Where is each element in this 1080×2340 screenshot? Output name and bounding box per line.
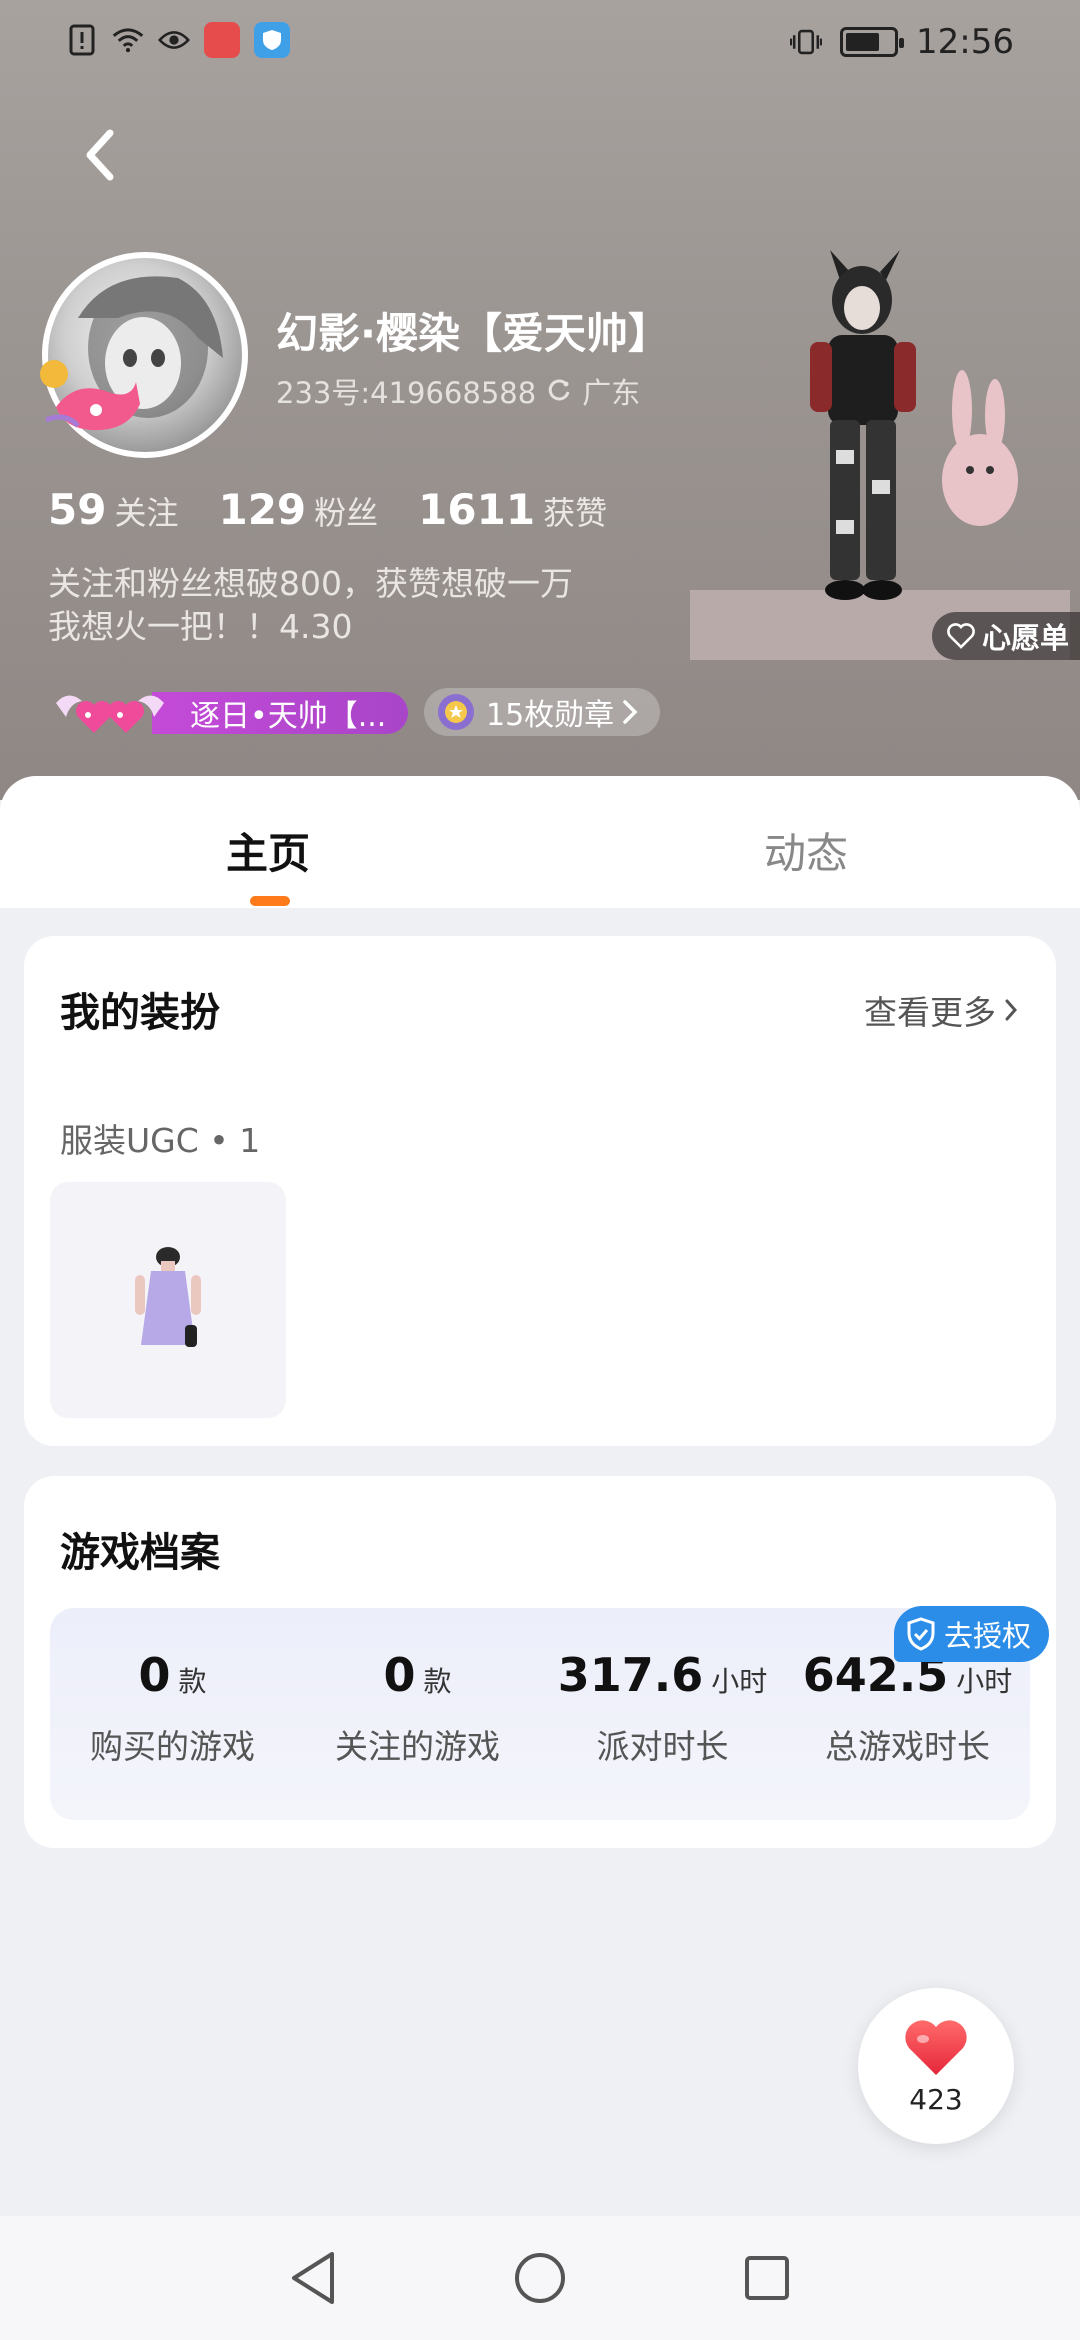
followed-games-stat[interactable]: 0款 关注的游戏 (295, 1648, 540, 1768)
likes-stat[interactable]: 1611 获赞 (418, 485, 607, 534)
title-badge-label: 逐日•天帅【... (152, 692, 409, 734)
system-navigation-bar (0, 2216, 1080, 2340)
chevron-left-icon (86, 129, 114, 181)
heart-icon (905, 2019, 967, 2075)
user-id: 233号:419668588 (276, 376, 537, 410)
user-location: 广东 (582, 376, 641, 410)
total-play-time-unit: 小时 (956, 1665, 1013, 1698)
winged-hearts-icon (56, 695, 164, 733)
profile-stats: 59 关注 129 粉丝 1611 获赞 (48, 485, 607, 534)
purchased-games-label: 购买的游戏 (90, 1727, 255, 1766)
battery-icon (840, 27, 905, 57)
party-time-label: 派对时长 (596, 1727, 729, 1766)
game-stats-panel: 0款 购买的游戏 0款 关注的游戏 317.6 小时 派对时长 642.5 小时 总… (50, 1608, 1030, 1820)
active-tab-indicator (250, 896, 290, 906)
party-time-unit: 小时 (711, 1665, 768, 1698)
location-icon (548, 379, 570, 401)
outfit-card-title: 我的装扮 (60, 990, 220, 1036)
profile-tabs: 主页 动态 (0, 776, 1080, 908)
authorize-label: 去授权 (944, 1619, 1032, 1653)
triangle-back-icon (292, 2252, 335, 2304)
followed-games-count: 0 (383, 1648, 416, 1702)
circle-home-icon (514, 2253, 565, 2303)
wishlist-button[interactable]: 心愿单 (932, 612, 1080, 660)
tab-home[interactable]: 主页 (226, 820, 310, 881)
medal-icon (438, 694, 474, 730)
wifi-icon (112, 22, 144, 58)
shield-app-icon (254, 22, 290, 58)
alert-icon (66, 22, 98, 58)
nav-back-button[interactable] (278, 2243, 348, 2313)
see-more-label: 查看更多 (864, 993, 996, 1032)
huawei-app-icon (204, 22, 240, 58)
party-time-stat[interactable]: 317.6 小时 派对时长 (540, 1648, 785, 1768)
game-record-card: 游戏档案 0款 购买的游戏 0款 关注的游戏 317.6 小时 派对时长 642.… (24, 1476, 1056, 1848)
outfit-category: 服装UGC • 1 (60, 1121, 261, 1160)
game-record-title: 游戏档案 (60, 1530, 220, 1576)
wishlist-label: 心愿单 (982, 621, 1070, 655)
status-time: 12:56 (916, 22, 1014, 62)
following-label: 关注 (114, 494, 179, 532)
shield-check-icon (907, 1617, 935, 1651)
nav-recents-button[interactable] (732, 2243, 802, 2313)
party-time-value: 317.6 (557, 1648, 704, 1702)
nickname: 幻影·樱染【爱天帅】 (276, 309, 670, 358)
like-button[interactable]: 423 (858, 1988, 1014, 2144)
user-id-line: 233号:419668588 广东 (276, 370, 640, 412)
total-play-time-stat[interactable]: 642.5 小时 总游戏时长 (785, 1648, 1030, 1768)
followers-count: 129 (218, 485, 307, 534)
purchased-games-count: 0 (138, 1648, 171, 1702)
purchased-games-unit: 款 (178, 1665, 207, 1698)
chevron-right-icon (623, 700, 638, 724)
medals-label: 15枚勋章 (486, 698, 615, 733)
likes-label: 获赞 (543, 494, 608, 532)
back-button[interactable] (70, 120, 130, 190)
purchased-games-stat[interactable]: 0款 购买的游戏 (50, 1648, 295, 1768)
eye-icon (158, 22, 190, 58)
followed-games-unit: 款 (423, 1665, 452, 1698)
medals-button[interactable]: 15枚勋章 (424, 688, 661, 736)
heart-outline-icon (947, 623, 975, 649)
status-bar: 12:56 (0, 0, 1080, 90)
see-more-button[interactable]: 查看更多 (864, 986, 1018, 1034)
avatar-3d-character[interactable] (690, 250, 1070, 660)
title-badge[interactable]: 逐日•天帅【... (48, 686, 409, 740)
profile-bio: 关注和粉丝想破800，获赞想破一万 我想火一把！！4.30 (48, 564, 573, 646)
authorize-button[interactable]: 去授权 (894, 1606, 1050, 1662)
avatar-frame-decoration (36, 352, 146, 442)
like-count: 423 (909, 2082, 963, 2116)
outfit-item-thumbnail[interactable] (50, 1182, 286, 1418)
square-recents-icon (744, 2256, 789, 2300)
followers-stat[interactable]: 129 粉丝 (218, 485, 378, 534)
vibrate-icon (790, 24, 823, 60)
outfit-card: 我的装扮 查看更多 服装UGC • 1 (24, 936, 1056, 1446)
nav-home-button[interactable] (505, 2243, 575, 2313)
followers-label: 粉丝 (314, 494, 379, 532)
likes-count: 1611 (418, 485, 536, 534)
following-stat[interactable]: 59 关注 (48, 485, 178, 534)
chevron-right-icon (1005, 999, 1018, 1021)
tab-feed[interactable]: 动态 (764, 820, 848, 881)
following-count: 59 (48, 485, 107, 534)
total-play-time-label: 总游戏时长 (825, 1727, 990, 1766)
dress-outfit-image (135, 1247, 201, 1347)
followed-games-label: 关注的游戏 (335, 1727, 500, 1766)
